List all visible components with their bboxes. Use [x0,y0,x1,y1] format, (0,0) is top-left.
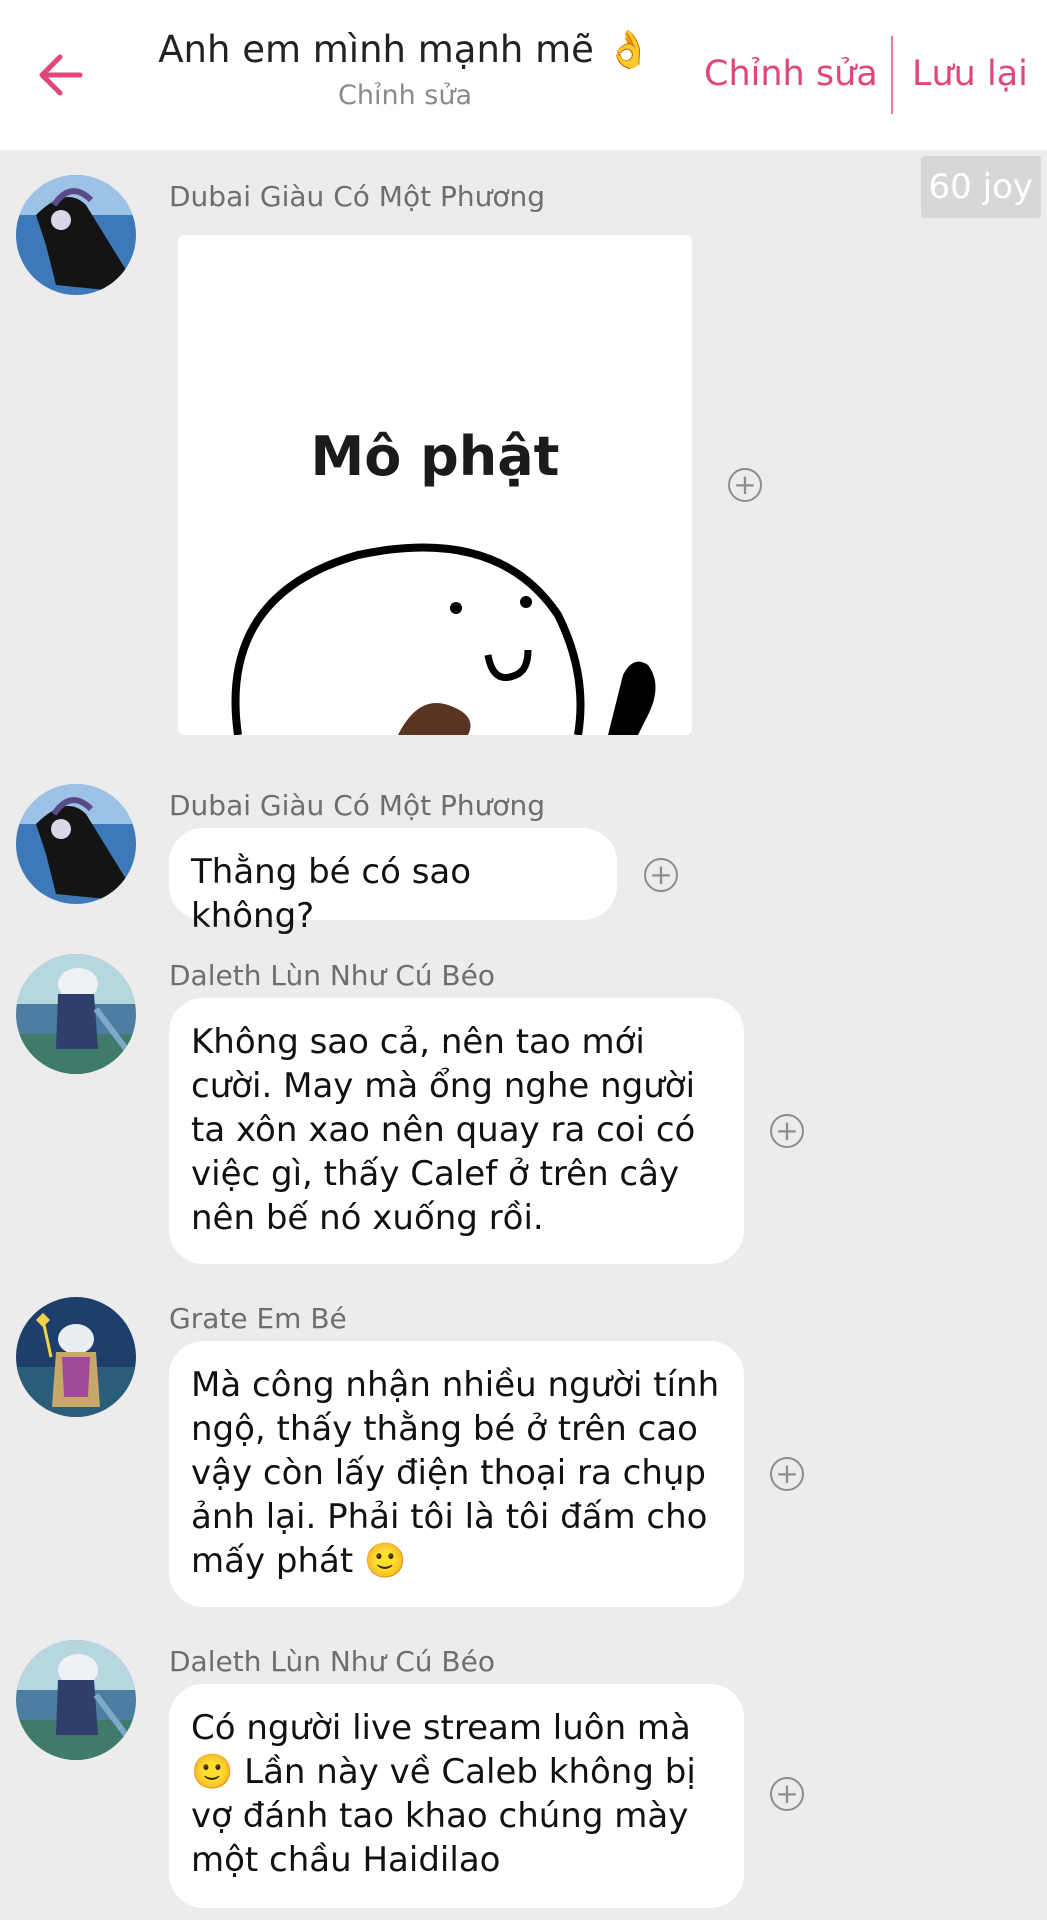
avatar[interactable] [16,175,136,295]
message-bubble[interactable]: Mà công nhận nhiều người tính ngộ, thấy … [169,1341,744,1607]
message-bubble[interactable]: Không sao cả, nên tao mới cười. May mà ổ… [169,998,744,1264]
back-button[interactable] [30,45,90,105]
add-reaction-button[interactable]: + [728,468,762,502]
chat-subtitle: Chỉnh sửa [338,80,472,111]
arrow-left-icon [39,54,83,96]
smiley-face-sticker-icon [231,543,656,735]
save-button[interactable]: Lưu lại [912,54,1028,94]
header-bar: Anh em mình mạnh mẽ 👌 Chỉnh sửa Chỉnh sử… [0,0,1047,150]
sender-name: Daleth Lùn Như Cú Béo [169,959,495,992]
sender-name: Dubai Giàu Có Một Phương [169,180,545,213]
add-reaction-button[interactable]: + [770,1457,804,1491]
add-reaction-button[interactable]: + [644,858,678,892]
avatar[interactable] [16,784,136,904]
sender-name: Grate Em Bé [169,1302,347,1335]
add-reaction-button[interactable]: + [770,1114,804,1148]
add-reaction-button[interactable]: + [770,1777,804,1811]
header-divider [891,36,893,114]
sender-name: Dubai Giàu Có Một Phương [169,789,545,822]
message-bubble[interactable]: Có người live stream luôn mà 🙂 Lần này v… [169,1684,744,1908]
message-bubble[interactable]: Thằng bé có sao không? [169,828,617,936]
avatar[interactable] [16,1297,136,1417]
avatar[interactable] [16,954,136,1074]
edit-button[interactable]: Chỉnh sửa [704,54,878,94]
avatar[interactable] [16,1640,136,1760]
joy-badge: 60 joy [920,156,1041,218]
chat-title: Anh em mình mạnh mẽ 👌 [158,28,652,71]
sticker-image[interactable]: Mô phật [178,235,692,735]
sender-name: Daleth Lùn Như Cú Béo [169,1645,495,1678]
chat-title-block: Anh em mình mạnh mẽ 👌 Chỉnh sửa [130,28,680,111]
